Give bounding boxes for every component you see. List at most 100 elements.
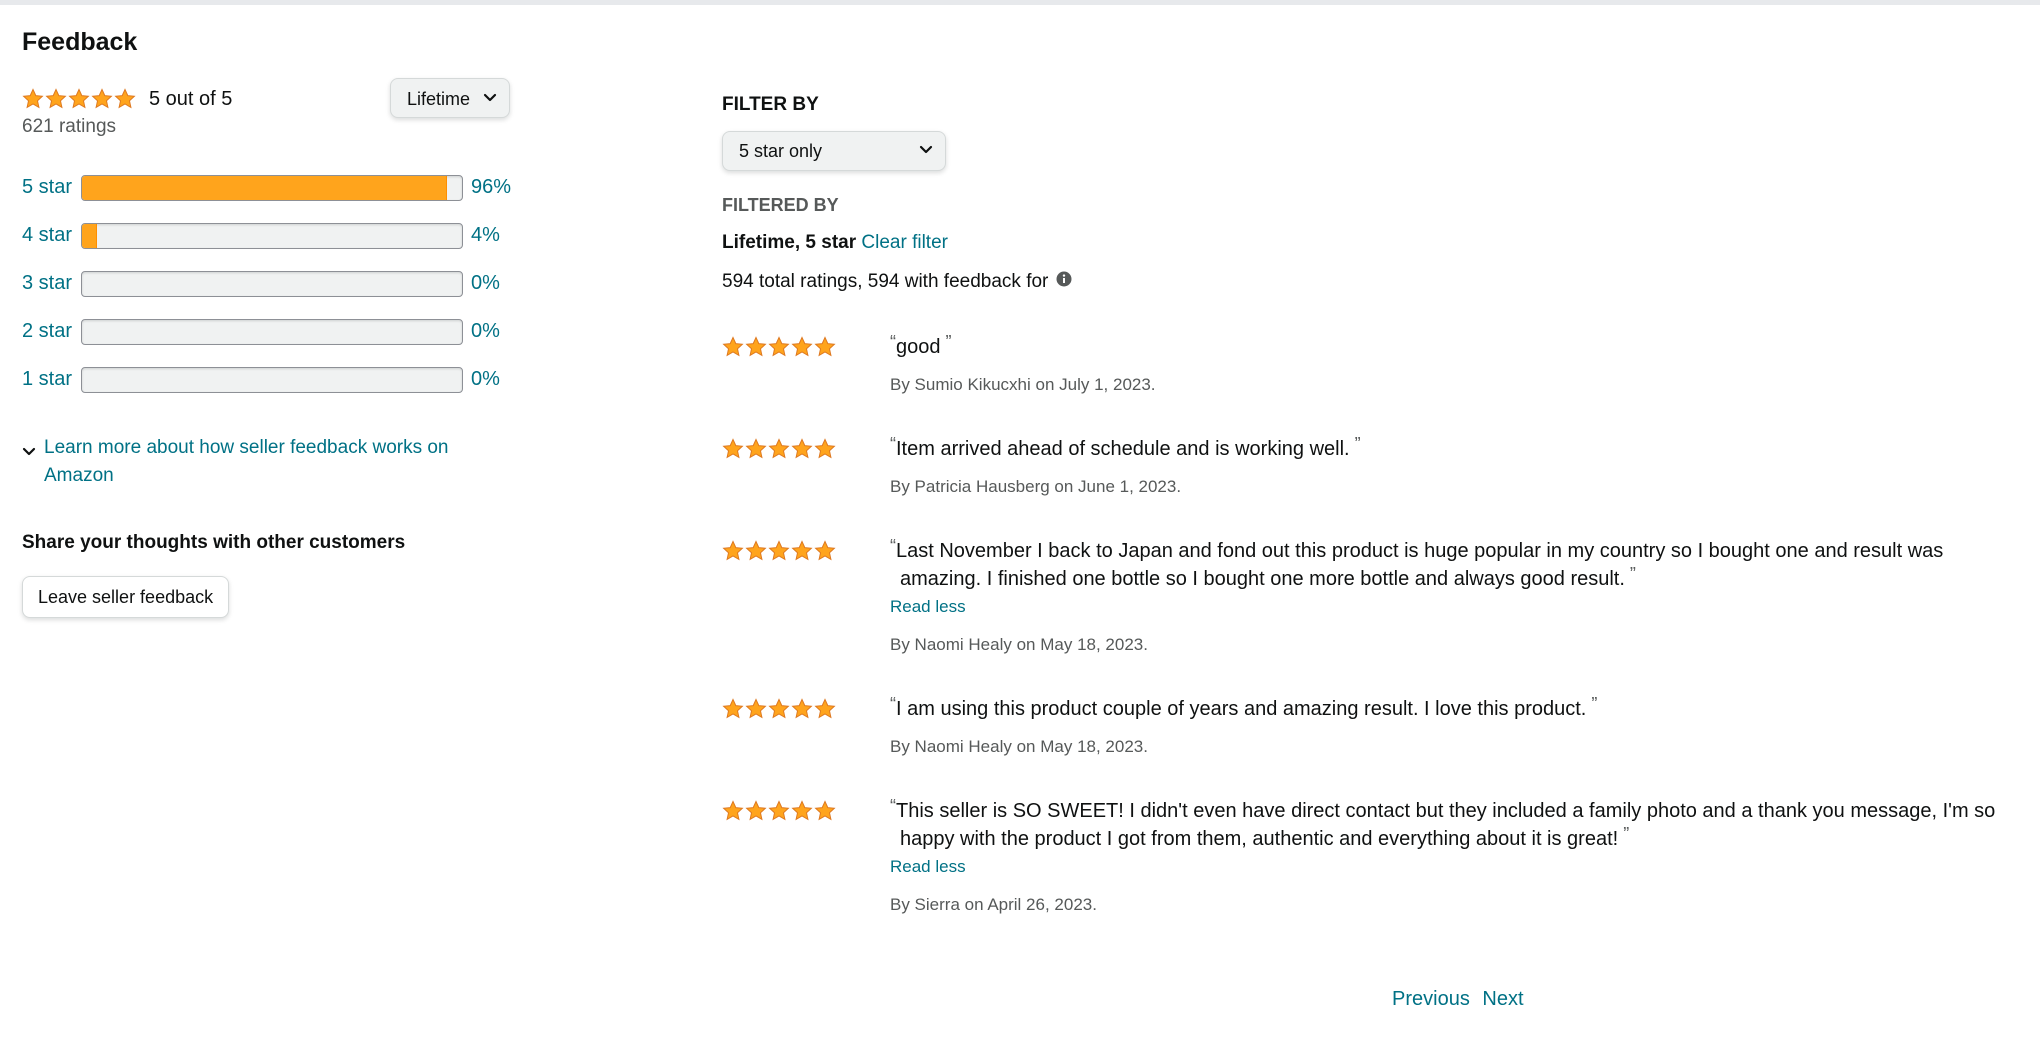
star-icon [791, 540, 813, 561]
histogram-percent[interactable]: 0% [471, 364, 500, 394]
review-text-content: This seller is SO SWEET! I didn't even h… [896, 800, 1996, 851]
active-filters: Lifetime, 5 star Clear filter [722, 230, 2012, 256]
star-icon [722, 698, 744, 719]
review-byline: By Sumio Kikucxhi on July 1, 2023. [890, 375, 1156, 395]
histogram-bar[interactable] [81, 367, 463, 393]
star-icon [68, 88, 90, 109]
star-icon [768, 336, 790, 357]
star-icon [722, 438, 744, 459]
star-icon [768, 698, 790, 719]
histogram-row-3[interactable]: 3 star 0% [22, 268, 542, 316]
totals-line: 594 total ratings, 594 with feedback for [722, 269, 2012, 295]
histogram-percent[interactable]: 96% [471, 172, 511, 202]
histogram-bar[interactable] [81, 175, 463, 201]
review-text: “Item arrived ahead of schedule and is w… [890, 435, 2012, 463]
leave-seller-feedback-button[interactable]: Leave seller feedback [22, 576, 230, 618]
close-quote-icon: ” [1586, 694, 1598, 715]
histogram-percent[interactable]: 0% [471, 268, 500, 298]
star-icon [814, 438, 836, 459]
feedback-list-panel: FILTER BY 5 star only FILTERED BY Lifeti… [722, 90, 2012, 917]
star-filter-select[interactable]: 5 star only [722, 131, 946, 171]
review-byline: By Naomi Healy on May 18, 2023. [890, 737, 1148, 757]
star-icon [791, 438, 813, 459]
histogram-percent[interactable]: 4% [471, 220, 500, 250]
star-icon [745, 438, 767, 459]
totals-text: 594 total ratings, 594 with feedback for [722, 271, 1049, 293]
histogram-bar-fill [82, 176, 447, 200]
star-icon [722, 540, 744, 561]
histogram-label[interactable]: 5 star [22, 172, 72, 202]
review-text: “Last November I back to Japan and fond … [890, 537, 2012, 593]
star-icon [814, 336, 836, 357]
star-icon [814, 800, 836, 821]
close-quote-icon: ” [1349, 434, 1361, 455]
info-icon[interactable] [1056, 269, 1072, 295]
star-icon [722, 800, 744, 821]
review-byline: By Patricia Hausberg on June 1, 2023. [890, 477, 1182, 497]
read-less-link[interactable]: Read less [890, 853, 2012, 881]
next-page-link[interactable]: Next [1482, 988, 1523, 1010]
lifetime-dropdown[interactable]: Lifetime [390, 78, 510, 118]
histogram-row-2[interactable]: 2 star 0% [22, 316, 542, 364]
review-item: “This seller is SO SWEET! I didn't even … [722, 797, 2012, 917]
share-heading: Share your thoughts with other customers [22, 532, 406, 553]
histogram-bar[interactable] [81, 319, 463, 345]
summary-stars-icon [22, 88, 136, 110]
histogram-label[interactable]: 2 star [22, 316, 72, 346]
review-list: “good ” By Sumio Kikucxhi on July 1, 2023… [722, 333, 2012, 917]
review-text: “good ” [890, 333, 2012, 361]
star-icon [91, 88, 113, 109]
feedback-summary-panel: Feedback 5 out of 5 621 ratings Lifetime… [22, 26, 542, 618]
star-icon [745, 336, 767, 357]
rating-summary: 5 out of 5 621 ratings Lifetime [22, 78, 542, 142]
star-icon [114, 88, 136, 109]
learn-more-link[interactable]: Learn more about how seller feedback wor… [44, 437, 449, 486]
review-body: “Item arrived ahead of schedule and is w… [890, 435, 2012, 499]
star-icon [791, 336, 813, 357]
review-stars-icon [722, 698, 836, 720]
star-icon [745, 800, 767, 821]
review-body: “This seller is SO SWEET! I didn't even … [890, 797, 2012, 917]
histogram-row-1[interactable]: 1 star 0% [22, 364, 542, 412]
histogram-bar[interactable] [81, 271, 463, 297]
chevron-down-icon [22, 440, 36, 468]
review-stars-icon [722, 438, 836, 460]
read-less-link[interactable]: Read less [890, 593, 2012, 621]
histogram-bar-fill [82, 224, 98, 248]
learn-more-expander[interactable]: Learn more about how seller feedback wor… [22, 434, 504, 490]
review-body: “good ” By Sumio Kikucxhi on July 1, 2023… [890, 333, 2012, 397]
star-filter-value: 5 star only [739, 141, 823, 161]
review-stars-icon [722, 800, 836, 822]
star-icon [768, 800, 790, 821]
top-divider [0, 0, 2040, 5]
star-icon [768, 540, 790, 561]
review-item: “good ” By Sumio Kikucxhi on July 1, 2023… [722, 333, 2012, 397]
histogram-label[interactable]: 1 star [22, 364, 72, 394]
ratings-count: 621 ratings [22, 116, 117, 137]
previous-page-link[interactable]: Previous [1392, 988, 1470, 1010]
histogram-row-5[interactable]: 5 star 96% [22, 172, 542, 220]
star-icon [722, 336, 744, 357]
review-item: “Item arrived ahead of schedule and is w… [722, 435, 2012, 499]
clear-filter-link[interactable]: Clear filter [861, 232, 948, 253]
review-text: “I am using this product couple of years… [890, 695, 2012, 723]
star-icon [22, 88, 44, 109]
histogram-bar[interactable] [81, 223, 463, 249]
filtered-by-label: FILTERED BY [722, 195, 839, 215]
review-text: “This seller is SO SWEET! I didn't even … [890, 797, 2012, 853]
histogram-label[interactable]: 4 star [22, 220, 72, 250]
review-byline: By Sierra on April 26, 2023. [890, 895, 1097, 915]
filter-by-label: FILTER BY [722, 94, 819, 115]
pagination: Previous Next [1392, 984, 1524, 1014]
histogram-row-4[interactable]: 4 star 4% [22, 220, 542, 268]
active-filters-text: Lifetime, 5 star [722, 232, 857, 253]
rating-histogram: 5 star 96% 4 star 4% 3 star 0% 2 star 0%… [22, 172, 542, 412]
review-stars-icon [722, 336, 836, 358]
review-item: “I am using this product couple of years… [722, 695, 2012, 759]
star-icon [791, 800, 813, 821]
histogram-percent[interactable]: 0% [471, 316, 500, 346]
histogram-label[interactable]: 3 star [22, 268, 72, 298]
review-body: “Last November I back to Japan and fond … [890, 537, 2012, 657]
chevron-down-icon [919, 132, 933, 183]
star-icon [814, 540, 836, 561]
